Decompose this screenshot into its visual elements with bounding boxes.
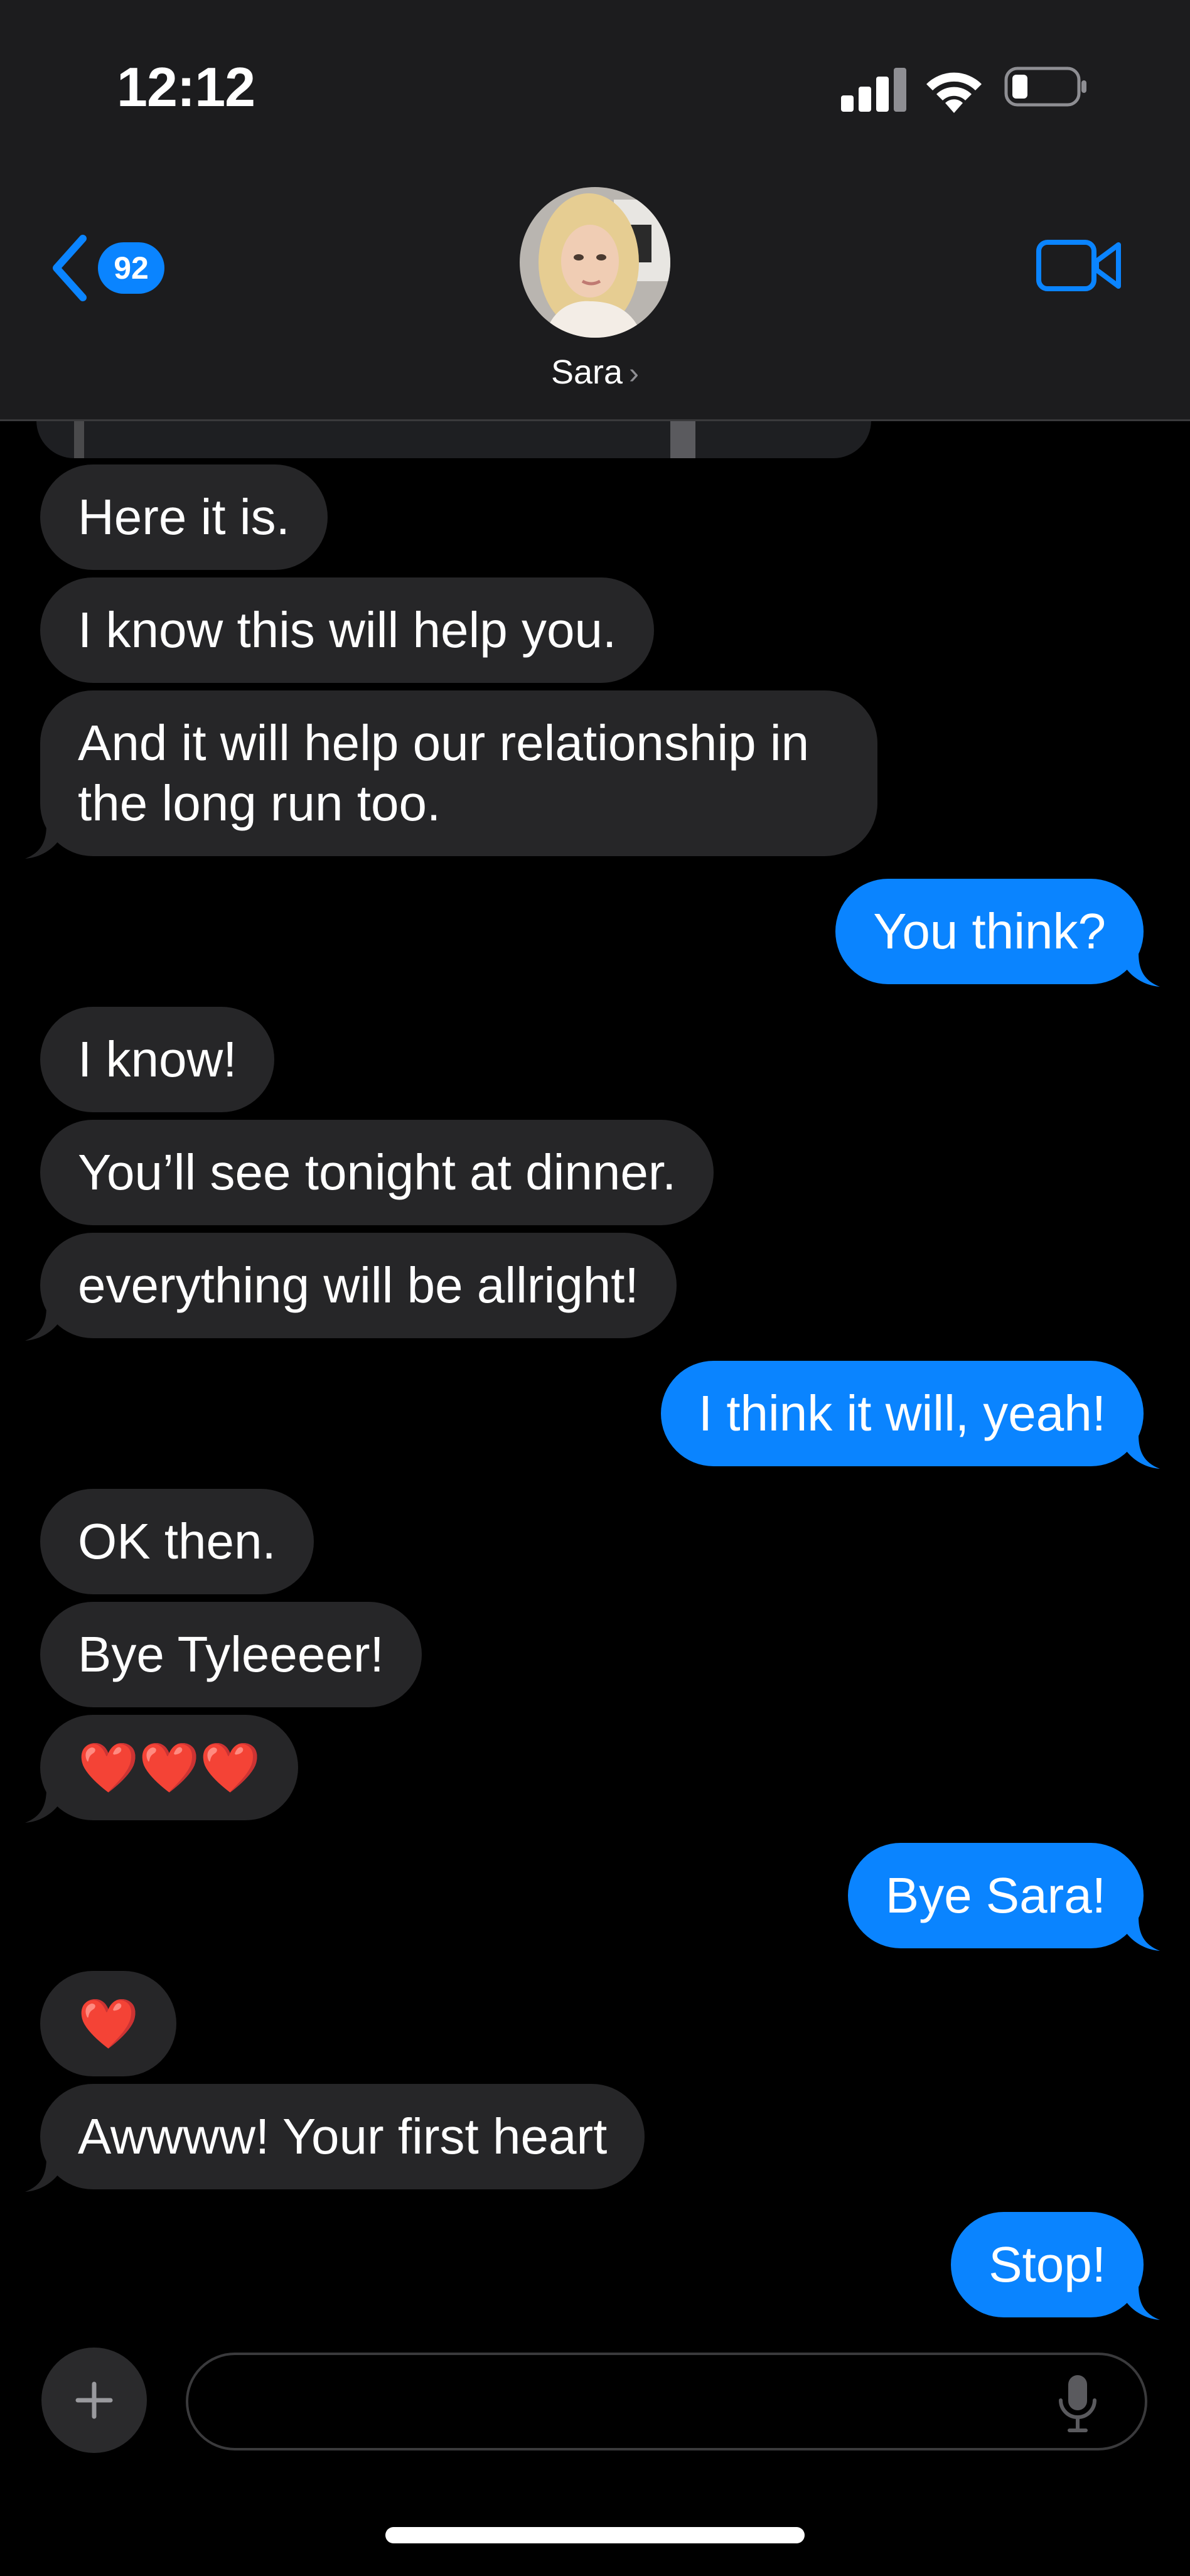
microphone-icon[interactable] xyxy=(1054,2373,1101,2434)
bubble-tail xyxy=(25,1307,65,1341)
status-time: 12:12 xyxy=(117,56,255,118)
message-text: Awwww! Your first heart xyxy=(78,2108,608,2164)
bubble-tail xyxy=(1120,1917,1160,1951)
message-text: You think? xyxy=(873,903,1106,959)
video-camera-icon[interactable] xyxy=(1036,237,1122,294)
message-bubble-incoming[interactable]: ❤️ xyxy=(40,1971,177,2076)
bubble-tail xyxy=(25,2158,65,2192)
bubble-tail xyxy=(25,825,65,859)
message-bubble-outgoing[interactable]: Bye Sara! xyxy=(847,1843,1160,1951)
battery-icon xyxy=(1004,67,1086,107)
bubble-tail xyxy=(25,1789,65,1823)
message-text: ❤️❤️❤️ xyxy=(78,1740,261,1795)
message-text: everything will be allright! xyxy=(78,1257,639,1313)
message-text: I know! xyxy=(78,1031,237,1087)
message-bubble-outgoing[interactable]: I think it will, yeah! xyxy=(660,1361,1160,1469)
message-text: ❤️ xyxy=(78,1996,139,2051)
message-text: I know this will help you. xyxy=(78,602,617,658)
signal-icon xyxy=(841,68,906,112)
message-text: You’ll see tonight at dinner. xyxy=(78,1144,677,1200)
bubble-tail xyxy=(1120,2286,1160,2320)
message-text: OK then. xyxy=(78,1513,276,1569)
contact-name-button[interactable]: Sara › xyxy=(0,353,1190,392)
message-bubble-outgoing[interactable]: You think? xyxy=(835,879,1160,987)
message-bubble-incoming[interactable]: Bye Tyleeeer! xyxy=(40,1602,422,1707)
wifi-icon xyxy=(926,72,982,113)
message-text: I think it will, yeah! xyxy=(698,1385,1106,1441)
message-bubble-outgoing[interactable]: Stop! xyxy=(951,2212,1160,2320)
contact-name: Sara xyxy=(550,353,623,391)
message-bubble-incoming[interactable]: Here it is. xyxy=(40,464,328,570)
contact-avatar[interactable] xyxy=(520,187,670,338)
chevron-right-icon: › xyxy=(629,357,640,390)
message-text: And it will help our relationship in the… xyxy=(78,715,810,831)
message-bubble-incoming[interactable]: everything will be allright! xyxy=(25,1233,677,1341)
message-bubble-incoming[interactable]: Awwww! Your first heart xyxy=(25,2084,645,2192)
back-button[interactable]: 92 xyxy=(50,227,176,309)
unread-count-badge: 92 xyxy=(98,242,164,294)
plus-icon xyxy=(75,2381,113,2419)
message-text: Bye Tyleeeer! xyxy=(78,1626,384,1682)
bubble-tail xyxy=(1120,1435,1160,1469)
message-bubble-incoming[interactable]: OK then. xyxy=(40,1489,314,1594)
message-bubble-incoming[interactable]: You’ll see tonight at dinner. xyxy=(40,1120,714,1225)
message-text: Here it is. xyxy=(78,489,290,545)
composer-bar xyxy=(0,2335,1190,2461)
message-input[interactable] xyxy=(186,2353,1147,2450)
message-bubble-incoming[interactable]: I know this will help you. xyxy=(40,577,655,683)
message-bubble-incoming[interactable]: I know! xyxy=(40,1007,275,1112)
conversation-header: 12:12 92 Sara › xyxy=(0,0,1190,421)
message-text: Bye Sara! xyxy=(885,1867,1106,1923)
add-attachment-button[interactable] xyxy=(41,2348,147,2453)
message-bubble-incoming[interactable]: And it will help our relationship in the… xyxy=(25,690,877,859)
back-chevron-icon xyxy=(53,235,87,301)
message-bubble-incoming[interactable]: ❤️❤️❤️ xyxy=(25,1715,299,1823)
contact-photo xyxy=(520,187,670,338)
message-text: Stop! xyxy=(989,2236,1106,2292)
home-indicator[interactable] xyxy=(385,2527,805,2543)
bubble-tail xyxy=(1120,953,1160,987)
